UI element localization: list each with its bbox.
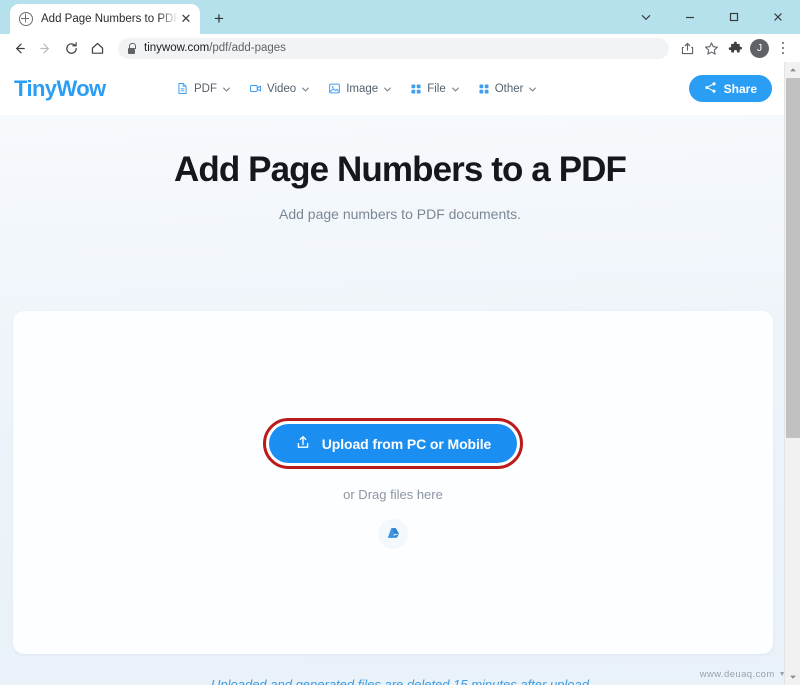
close-window-button[interactable] — [756, 0, 800, 34]
upload-controls: Upload from PC or Mobile or Drag files h… — [13, 418, 773, 549]
globe-icon — [19, 12, 33, 26]
tinywow-logo[interactable]: TinyWow — [14, 76, 106, 102]
forward-button[interactable] — [32, 35, 58, 61]
upload-button-label: Upload from PC or Mobile — [321, 435, 492, 452]
page-title: Add Page Numbers to a PDF — [173, 150, 627, 189]
chevron-down-icon — [383, 85, 392, 93]
share-page-icon[interactable] — [675, 36, 699, 60]
url-domain: tinywow.com — [144, 42, 210, 54]
window-controls — [624, 0, 800, 34]
share-button[interactable]: Share — [688, 75, 772, 102]
logo-text-accent: Wow — [56, 75, 106, 101]
home-button[interactable] — [84, 35, 110, 61]
chevron-down-icon — [222, 85, 230, 93]
maximize-button[interactable] — [712, 0, 756, 34]
share-nodes-icon — [704, 81, 717, 97]
grid-icon — [478, 83, 490, 95]
nav-item-file[interactable]: File — [410, 83, 459, 95]
share-button-label: Share — [723, 81, 757, 96]
kebab-menu-icon[interactable] — [772, 36, 794, 60]
retention-note: Uploaded and generated files are deleted… — [211, 677, 589, 685]
nav-label-pdf: PDF — [194, 82, 217, 95]
puzzle-icon[interactable] — [723, 36, 747, 60]
watermark-caret-icon: ▼ — [778, 671, 786, 678]
chevron-down-icon — [451, 85, 459, 93]
tab-close-icon[interactable]: ✕ — [178, 11, 194, 27]
logo-text-primary: Tiny — [14, 75, 57, 101]
url-path: /pdf/add-pages — [209, 42, 286, 54]
scrollbar-thumb[interactable] — [786, 78, 800, 438]
url-text: tinywow.com/pdf/add-pages — [144, 42, 286, 54]
minimize-button[interactable] — [668, 0, 712, 34]
avatar[interactable]: J — [750, 38, 769, 58]
upload-from-pc-button[interactable]: Upload from PC or Mobile — [268, 424, 518, 463]
tab-search-chevron-icon[interactable] — [624, 0, 668, 34]
chevron-down-icon — [528, 85, 537, 93]
upload-arrow-icon — [295, 434, 311, 453]
tab-title: Add Page Numbers to PDF Free O — [41, 13, 178, 25]
grid-icon — [410, 83, 422, 95]
watermark: www.deuaq.com ▼ — [700, 669, 786, 680]
star-icon[interactable] — [699, 36, 723, 60]
browser-tab[interactable]: Add Page Numbers to PDF Free O ✕ — [10, 4, 200, 34]
page-subtitle: Add page numbers to PDF documents. — [278, 206, 522, 222]
google-drive-icon[interactable] — [378, 519, 408, 549]
reload-button[interactable] — [58, 35, 84, 61]
nav-label-file: File — [427, 82, 446, 95]
chevron-down-icon — [301, 85, 310, 93]
scroll-down-arrow-icon[interactable] — [785, 669, 800, 685]
nav-item-pdf[interactable]: PDF — [176, 82, 230, 95]
nav-label-video: Video — [267, 82, 297, 95]
nav-item-image[interactable]: Image — [328, 82, 392, 95]
new-tab-button[interactable]: + — [208, 8, 230, 30]
lock-icon — [127, 43, 136, 54]
watermark-text: www.deuaq.com — [699, 669, 775, 680]
address-bar[interactable]: tinywow.com/pdf/add-pages — [118, 37, 669, 59]
upload-dropzone-card[interactable]: Upload from PC or Mobile or Drag files h… — [13, 311, 773, 654]
browser-toolbar: tinywow.com/pdf/add-pages J — [0, 34, 800, 62]
main-navigation: PDF Video Image File Other — [176, 82, 537, 95]
nav-item-video[interactable]: Video — [249, 82, 310, 95]
hero-section: Add Page Numbers to a PDF Add page numbe… — [0, 115, 800, 685]
page-viewport: TinyWow PDF Video Image File Other Share… — [0, 62, 800, 685]
nav-item-other[interactable]: Other — [478, 83, 537, 95]
nav-label-other: Other — [494, 82, 524, 95]
scroll-up-arrow-icon[interactable] — [785, 62, 800, 78]
drag-files-text: or Drag files here — [343, 487, 443, 502]
page-scrollbar[interactable] — [784, 62, 800, 685]
back-button[interactable] — [6, 35, 32, 61]
document-icon — [176, 82, 189, 95]
picture-icon — [328, 82, 341, 95]
upload-button-highlight: Upload from PC or Mobile — [262, 418, 524, 469]
video-camera-icon — [249, 82, 262, 95]
browser-window: Add Page Numbers to PDF Free O ✕ + — [0, 0, 800, 685]
site-header: TinyWow PDF Video Image File Other Share — [0, 62, 800, 115]
nav-label-image: Image — [346, 82, 379, 95]
tab-strip: Add Page Numbers to PDF Free O ✕ + — [0, 0, 800, 34]
